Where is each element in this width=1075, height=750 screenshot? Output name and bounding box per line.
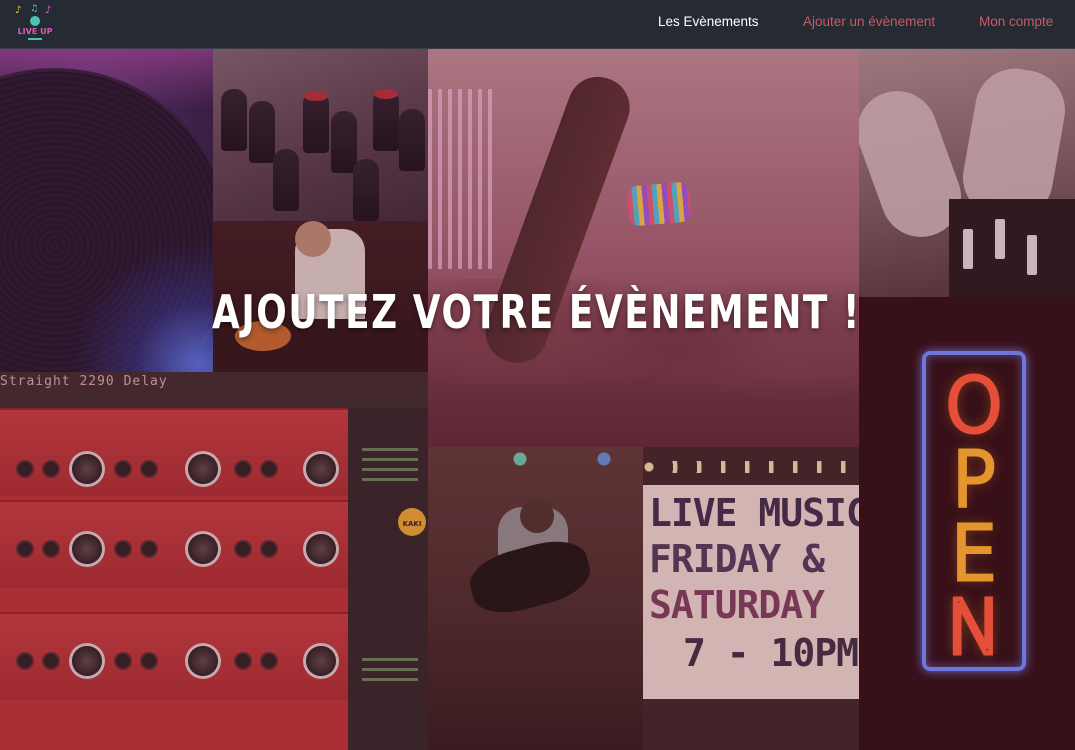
nav-link-events[interactable]: Les Evènements [658,14,759,29]
audio-rack-image: Straight 2290 Delay KAKI [0,372,428,750]
marquee-line-2: FRIDAY & [649,537,825,581]
svg-text:♪: ♪ [15,5,21,16]
nav-link-account[interactable]: Mon compte [979,14,1053,29]
hero-collage: O P E N Straight 2290 Delay KAKI LIVE MU… [0,49,1075,750]
logo-text: LIVE UP [18,27,53,36]
guitarist-image [428,447,643,750]
svg-text:♪: ♪ [45,5,51,16]
top-navbar: ♪ ♫ ♪ LIVE UP Les Evènements Ajouter un … [0,0,1075,49]
svg-text:KAKI: KAKI [403,520,422,528]
mixer-knobs-image [213,49,428,221]
open-neon-sign-image: O P E N [859,297,1075,750]
rack-display-text: Straight 2290 Delay [0,374,168,389]
nav-link-add-event[interactable]: Ajouter un évènement [803,14,935,29]
rack-brand-badge: KAKI [398,508,426,536]
marquee-line-1: LIVE MUSIC [649,491,859,535]
live-up-logo[interactable]: ♪ ♫ ♪ LIVE UP [12,2,58,46]
marquee-line-3: SATURDAY [649,583,825,627]
live-music-marquee-image: LIVE MUSIC FRIDAY & SATURDAY 7 - 10PM [643,447,859,750]
concert-crowd-image [428,49,859,447]
dj-hands-image [859,49,1075,297]
hero-title: AJOUTEZ VOTRE ÉVÈNEMENT ! [212,285,861,339]
svg-text:♫: ♫ [30,4,38,14]
marquee-line-4: 7 - 10PM [683,631,859,675]
